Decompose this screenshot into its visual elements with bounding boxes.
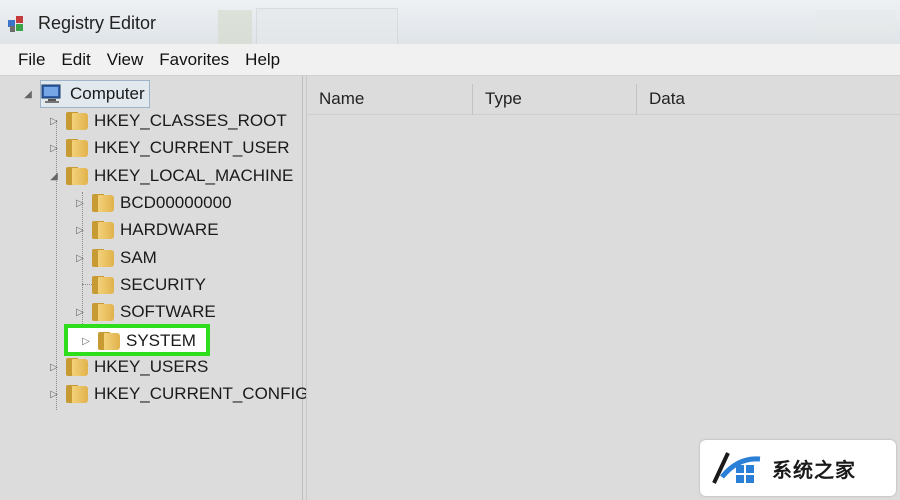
values-pane[interactable]: Name Type Data (306, 76, 900, 500)
menu-bar: File Edit View Favorites Help (0, 44, 900, 76)
folder-icon (92, 303, 114, 321)
folder-icon (66, 112, 88, 130)
collapse-icon[interactable]: ◢ (22, 88, 34, 100)
expand-icon[interactable]: ▷ (48, 115, 60, 127)
tree-node-hkey-current-config[interactable]: ▷ HKEY_CURRENT_CONFIG (48, 382, 308, 406)
tree-node-label: BCD00000000 (120, 193, 232, 212)
column-header-data[interactable]: Data (637, 84, 900, 114)
folder-icon (98, 332, 120, 350)
tree-node-label: HKEY_CURRENT_USER (94, 138, 290, 157)
collapse-icon[interactable]: ◢ (48, 170, 60, 182)
tree-node-hkey-current-user[interactable]: ▷ HKEY_CURRENT_USER (48, 136, 290, 160)
title-bar: Registry Editor (0, 0, 900, 46)
tree-node-label: HKEY_CLASSES_ROOT (94, 111, 287, 130)
watermark-text: 系统之家 (772, 459, 856, 482)
menu-edit[interactable]: Edit (53, 50, 98, 70)
folder-icon (66, 385, 88, 403)
tree-node-hkey-local-machine[interactable]: ◢ HKEY_LOCAL_MACHINE (48, 164, 293, 188)
tree-node-software[interactable]: ▷ SOFTWARE (74, 300, 216, 324)
tree-node-hardware[interactable]: ▷ HARDWARE (74, 218, 219, 242)
expand-icon[interactable]: ▷ (74, 197, 86, 209)
background-window-title (256, 8, 398, 46)
tree-node-label: SAM (120, 248, 157, 267)
tree-node-label: SECURITY (120, 275, 206, 294)
tree-node-label: HKEY_USERS (94, 357, 209, 376)
watermark: 系统之家 (700, 440, 896, 496)
tree-node-hkey-users[interactable]: ▷ HKEY_USERS (48, 355, 208, 379)
tree-node-label: HKEY_LOCAL_MACHINE (94, 166, 294, 185)
expand-icon[interactable]: ▷ (48, 388, 60, 400)
column-header-type[interactable]: Type (473, 84, 637, 114)
tree-node-sam[interactable]: ▷ SAM (74, 246, 157, 270)
header-divider (307, 114, 900, 115)
expand-icon[interactable]: ▷ (74, 224, 86, 236)
background-window-icon (218, 10, 252, 44)
tree-node-label: Computer (70, 84, 145, 103)
expand-icon[interactable]: ▷ (80, 335, 92, 347)
folder-icon (66, 139, 88, 157)
folder-icon (66, 358, 88, 376)
window-title: Registry Editor (38, 13, 157, 33)
registry-editor-icon (8, 16, 23, 32)
tree-node-hkey-classes-root[interactable]: ▷ HKEY_CLASSES_ROOT (48, 109, 287, 133)
menu-favorites[interactable]: Favorites (151, 50, 237, 70)
menu-help[interactable]: Help (237, 50, 288, 70)
folder-icon (92, 249, 114, 267)
folder-icon (92, 276, 114, 294)
menu-view[interactable]: View (99, 50, 152, 70)
tree-node-security[interactable]: SECURITY (74, 273, 206, 297)
tree-node-label: SYSTEM (126, 331, 196, 350)
folder-icon (66, 167, 88, 185)
tree-node-label: SOFTWARE (120, 302, 216, 321)
menu-file[interactable]: File (10, 50, 53, 70)
tree-node-system[interactable]: ▷ SYSTEM (80, 329, 196, 353)
tree-node-label: HKEY_CURRENT_CONFIG (94, 384, 309, 403)
column-header-name[interactable]: Name (307, 84, 473, 114)
tree-node-bcd00000000[interactable]: ▷ BCD00000000 (74, 191, 232, 215)
tree-node-computer[interactable]: ◢ Computer (22, 82, 145, 106)
expand-icon[interactable]: ▷ (74, 252, 86, 264)
folder-icon (92, 194, 114, 212)
folder-icon (92, 221, 114, 239)
computer-icon (41, 84, 61, 103)
expand-icon[interactable]: ▷ (48, 361, 60, 373)
background-window-controls (816, 10, 896, 36)
tree-node-label: HARDWARE (120, 220, 219, 239)
watermark-logo-icon (712, 452, 761, 484)
expand-icon[interactable]: ▷ (48, 142, 60, 154)
expand-icon[interactable]: ▷ (74, 306, 86, 318)
